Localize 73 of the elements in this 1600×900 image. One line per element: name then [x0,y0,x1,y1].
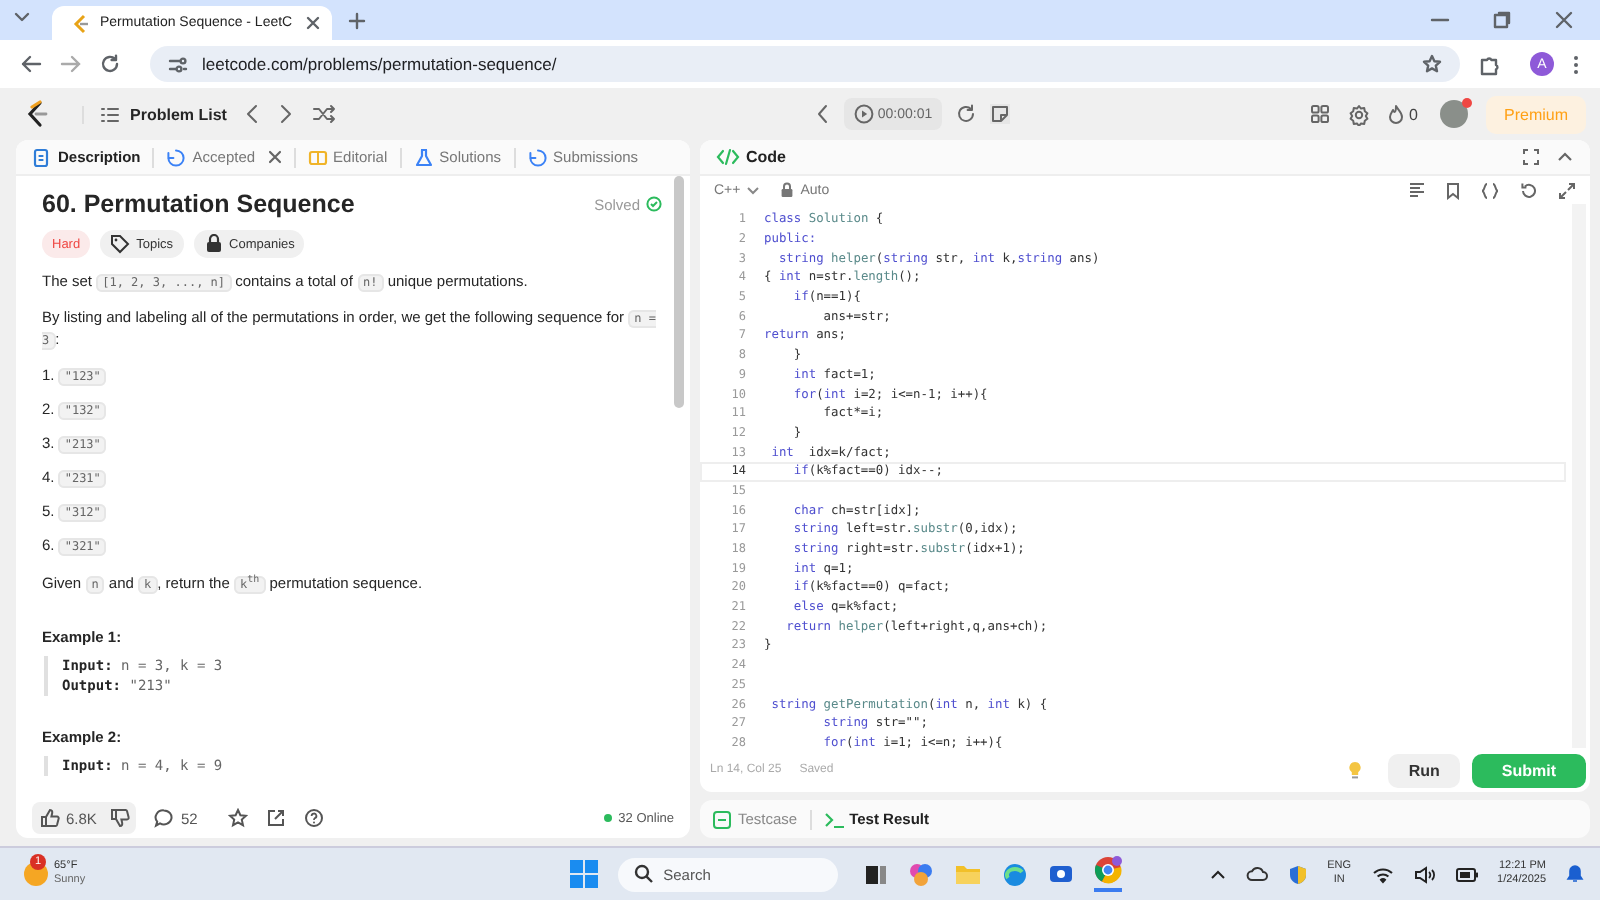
editorial-tab-icon [307,147,328,167]
collapse-icon[interactable] [1556,148,1574,166]
description-tab-icon [32,147,52,167]
scrollbar[interactable] [674,176,684,408]
chat-app-icon[interactable] [1047,861,1074,887]
wifi-icon[interactable] [1371,865,1394,883]
url-text: leetcode.com/problems/permutation-sequence/ [202,54,557,74]
close-icon[interactable] [1554,10,1574,30]
close-icon[interactable] [267,150,282,164]
extensions-puzzle-icon[interactable] [1478,53,1500,75]
panel-tab[interactable]: Code [716,148,786,166]
problem-title: 60. Permutation Sequence [42,190,355,218]
star-icon[interactable] [227,808,248,828]
checkbox-icon [712,809,732,829]
new-tab-icon[interactable] [348,12,366,30]
bookmark-star-icon[interactable] [1422,54,1442,74]
solutions-tab-icon [413,147,434,167]
close-icon[interactable] [306,16,320,30]
leetcode-logo-icon [72,13,90,33]
site-settings-icon[interactable] [168,55,188,73]
list-icon [100,105,120,123]
share-icon[interactable] [265,808,286,828]
maximize-icon[interactable] [1522,148,1540,166]
check-circle-icon [646,196,662,212]
search-icon [633,864,654,884]
help-icon[interactable] [303,808,324,828]
reset-icon[interactable] [1520,181,1538,199]
lock-icon [203,234,224,254]
run-button[interactable]: Run [1388,753,1460,787]
leetcode-logo-icon[interactable] [24,100,48,128]
colorful-swirl-icon[interactable] [907,861,934,887]
format-icon[interactable] [1408,182,1426,198]
shield-icon[interactable] [1287,863,1308,885]
task-view-icon[interactable] [863,862,888,886]
play-icon [853,104,874,124]
online-dot [604,814,613,822]
chrome-icon [1093,856,1122,884]
comment-icon [154,808,175,828]
braces-icon[interactable] [1480,181,1500,199]
cloud-icon[interactable] [1245,864,1268,884]
restore-icon[interactable] [1492,10,1512,30]
terminal-icon [823,809,844,829]
notification-dot [1462,98,1472,108]
code-icon [716,148,740,166]
battery-icon[interactable] [1455,867,1478,881]
lock-icon [780,182,795,198]
more-menu-icon[interactable] [1572,53,1580,75]
speaker-icon[interactable] [1413,865,1436,883]
bell-icon[interactable] [1566,864,1584,884]
back-arrow-icon[interactable] [20,54,42,74]
active-app-icon[interactable] [1093,856,1122,892]
address-field[interactable]: leetcode.com/problems/permutation-sequence/ [150,46,1460,82]
accepted-tab-icon [166,147,187,167]
browser-swirl-icon[interactable] [1001,861,1028,887]
user-avatar[interactable] [1440,100,1468,128]
problem-list-link[interactable]: Problem List [82,105,227,123]
reset-icon[interactable] [956,104,977,124]
reload-icon[interactable] [100,54,120,74]
expand-icon[interactable] [1558,181,1576,199]
layout-grid-icon[interactable] [1309,104,1330,124]
settings-icon[interactable] [1347,103,1370,125]
submissions-tab-icon [527,147,548,167]
windows-start-icon[interactable] [569,860,598,888]
note-icon[interactable] [990,104,1011,124]
streak-counter[interactable]: 0 [1387,104,1418,124]
bookmark-icon[interactable] [1446,181,1460,199]
chevron-up-icon[interactable] [1209,868,1226,880]
thumbs-down-icon[interactable] [104,802,137,834]
chevron-down-icon [746,185,761,195]
tag-icon [110,234,131,254]
flame-icon [1387,104,1404,124]
shuffle-icon[interactable] [312,104,337,124]
thumbs-up-icon [40,808,60,828]
